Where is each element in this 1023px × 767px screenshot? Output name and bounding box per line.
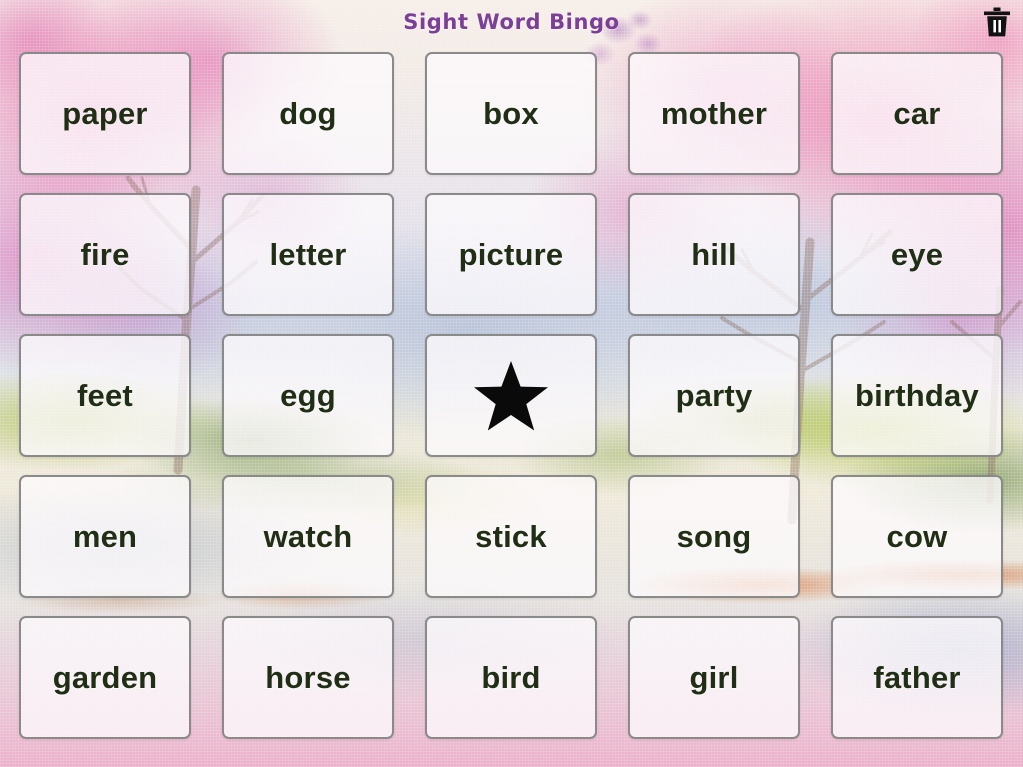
bingo-cell-word: mother [660,96,768,131]
bingo-grid: paper dog box mother car fire letter picture hil… [19,52,1005,739]
page-title: Sight Word Bingo [403,10,620,34]
bingo-cell-word: picture [458,237,564,272]
bingo-app: Sight Word Bingo paper dog box mother car fir… [0,0,1023,767]
bingo-cell-word: cow [886,519,948,554]
bingo-cell[interactable]: paper [19,52,191,175]
bingo-cell[interactable]: letter [222,193,394,316]
bingo-cell-word: paper [62,96,148,131]
bingo-cell-word: eye [890,237,944,272]
trash-icon[interactable] [980,4,1014,40]
bingo-cell-free-space[interactable] [425,334,597,457]
bingo-cell[interactable]: dog [222,52,394,175]
bingo-cell[interactable]: egg [222,334,394,457]
bingo-cell-word: watch [263,519,353,554]
bingo-cell[interactable]: picture [425,193,597,316]
bingo-cell-word: dog [279,96,337,131]
bingo-cell-word: birthday [855,378,979,413]
bingo-cell-word: box [483,96,539,131]
bingo-cell-word: party [675,378,753,413]
bingo-cell[interactable]: men [19,475,191,598]
bingo-cell[interactable]: stick [425,475,597,598]
bingo-cell[interactable]: hill [628,193,800,316]
bingo-cell[interactable]: fire [19,193,191,316]
bingo-cell-word: bird [481,660,541,695]
bingo-cell[interactable]: song [628,475,800,598]
bingo-cell-word: father [873,660,961,695]
bingo-cell[interactable]: eye [831,193,1003,316]
bingo-cell-word: stick [475,519,547,554]
bingo-cell[interactable]: horse [222,616,394,739]
bingo-cell[interactable]: garden [19,616,191,739]
bingo-cell-word: garden [52,660,158,695]
bingo-cell[interactable]: mother [628,52,800,175]
bingo-cell-word: letter [269,237,347,272]
bingo-cell-word: feet [77,378,133,413]
bingo-cell-word: fire [80,237,130,272]
bingo-cell-word: girl [689,660,739,695]
bingo-cell-word: egg [280,378,336,413]
bingo-cell[interactable]: girl [628,616,800,739]
bingo-cell-word: horse [265,660,351,695]
bingo-cell[interactable]: feet [19,334,191,457]
bingo-cell[interactable]: car [831,52,1003,175]
bingo-cell[interactable]: cow [831,475,1003,598]
bingo-cell[interactable]: birthday [831,334,1003,457]
bingo-cell-word: car [893,96,941,131]
bingo-cell[interactable]: box [425,52,597,175]
bingo-cell-word: song [676,519,752,554]
bingo-cell[interactable]: father [831,616,1003,739]
bingo-cell-word: men [72,519,138,554]
star-icon [473,359,549,433]
bingo-cell-word: hill [691,237,737,272]
bingo-cell[interactable]: bird [425,616,597,739]
bingo-cell[interactable]: party [628,334,800,457]
bingo-cell[interactable]: watch [222,475,394,598]
